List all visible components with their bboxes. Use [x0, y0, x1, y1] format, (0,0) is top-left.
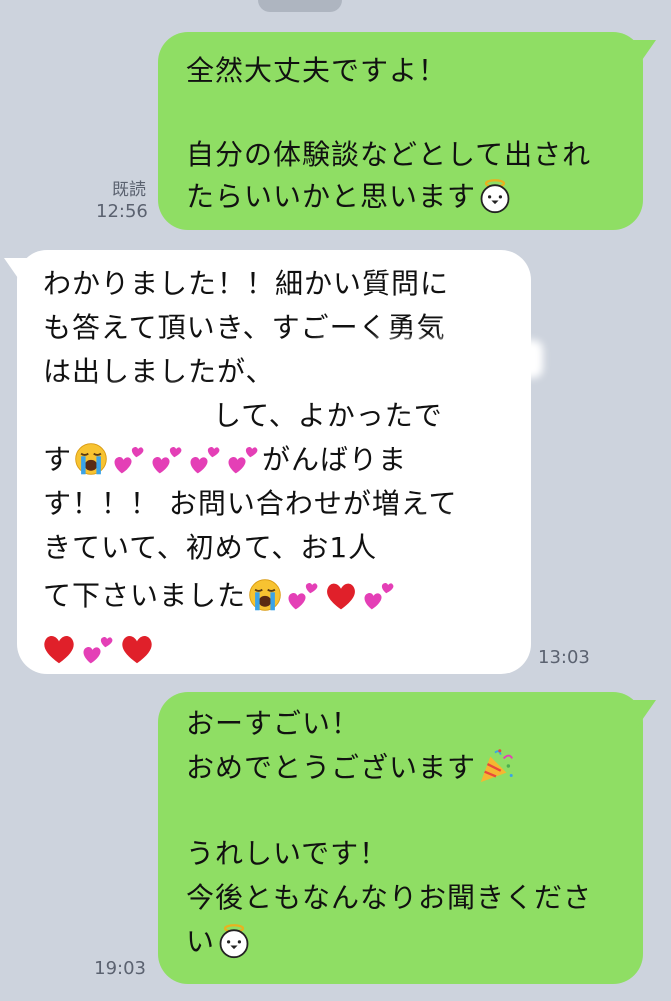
redaction-blur [313, 340, 543, 378]
two-hearts-icon [80, 631, 116, 667]
message-line [39, 628, 531, 672]
two-hearts-icon [187, 441, 223, 477]
two-hearts-icon [225, 441, 261, 477]
red-heart-icon [323, 577, 359, 613]
message-text: がんばりま [262, 443, 408, 476]
angel-face-icon [216, 923, 252, 959]
message-line: 自分の体験談などとして出され [186, 138, 592, 171]
previous-message-edge [258, 0, 342, 12]
message-line: おーすごい！ [186, 707, 361, 740]
red-heart-icon [118, 629, 156, 667]
message-line: い [186, 920, 643, 964]
red-heart-icon [40, 629, 78, 667]
message-line: たらいいかと思います [186, 176, 643, 218]
crying-face-icon [247, 577, 283, 613]
angel-face-icon [477, 178, 513, 214]
message-text: たらいいかと思います [186, 180, 477, 213]
message-time: 13:03 [538, 647, 590, 668]
read-status: 既読 12:56 [96, 180, 148, 222]
two-hearts-icon [111, 441, 147, 477]
message-bubble-received[interactable]: わかりました！！細かい質問に も答えて頂いき、すごーく勇気 は出しましたが、 し… [4, 250, 543, 674]
read-label: 既読 [112, 180, 146, 200]
message-line: うれしいです！ [186, 837, 389, 870]
crying-face-icon [73, 441, 109, 477]
message-line-blank [186, 92, 643, 134]
message-text: おめでとうございます [186, 751, 477, 784]
message-line: す がんばりま [43, 438, 531, 482]
two-hearts-icon [361, 577, 397, 613]
message-text: て下さいました [43, 579, 247, 612]
message-text: い [186, 925, 216, 958]
message-bubble-sent[interactable]: 全然大丈夫ですよ！ 自分の体験談などとして出され たらいいかと思います [158, 32, 656, 230]
two-hearts-icon [285, 577, 321, 613]
message-bubble-sent[interactable]: おーすごい！ おめでとうございます うれしいです！ 今後ともなんなりお聞きくださ… [158, 692, 656, 984]
redaction-blur [41, 386, 211, 424]
message-line: て下さいました [43, 574, 531, 618]
message-line: わかりました！！細かい質問に [43, 267, 450, 300]
party-popper-icon [477, 747, 515, 785]
message-line-blank [186, 790, 643, 832]
bubble-tail [4, 258, 34, 286]
message-line: 今後ともなんなりお聞きくださ [186, 881, 593, 914]
message-line: 全然大丈夫ですよ！ [186, 54, 448, 87]
message-text: す [43, 443, 73, 476]
redaction-blur [407, 518, 467, 554]
message-time: 12:56 [96, 201, 148, 222]
two-hearts-icon [149, 441, 185, 477]
message-time: 19:03 [94, 958, 146, 979]
message-line: おめでとうございます [186, 746, 643, 790]
